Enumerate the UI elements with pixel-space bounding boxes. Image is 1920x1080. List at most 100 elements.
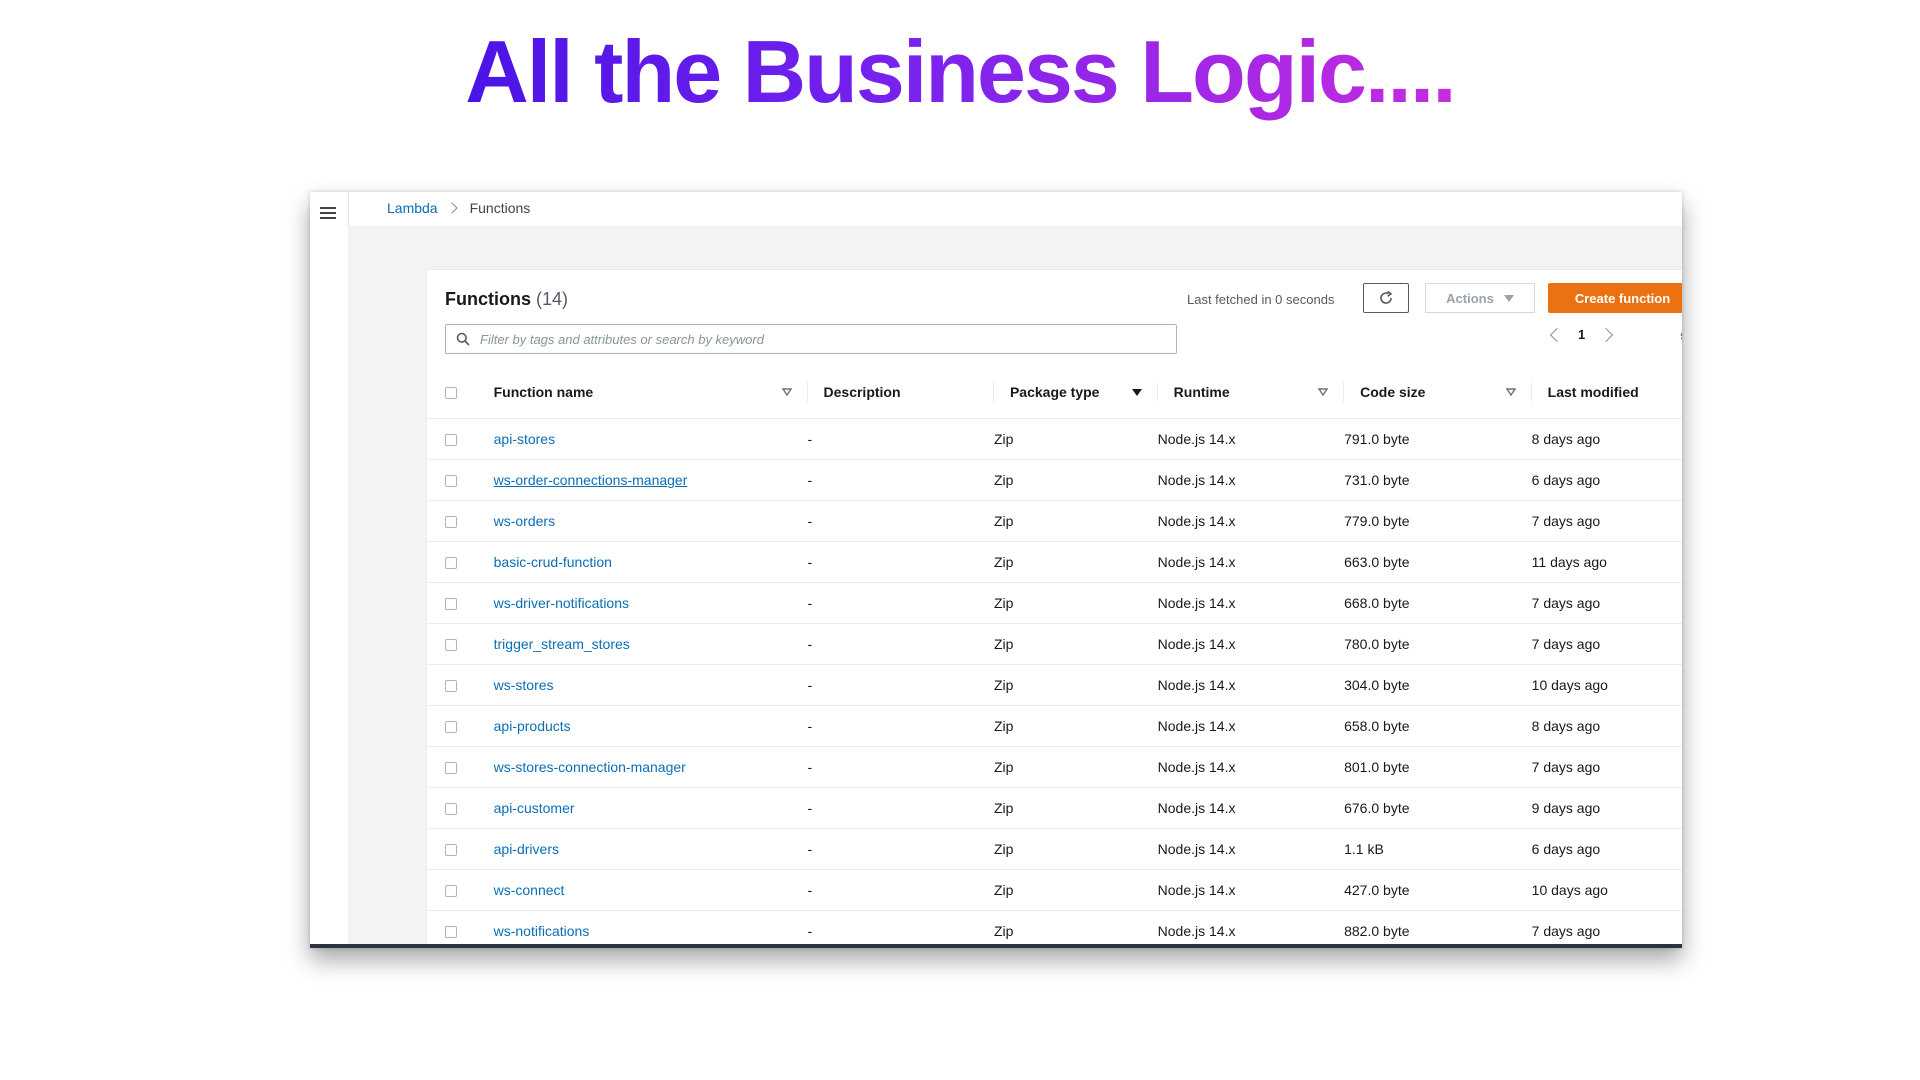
table-row: ws-stores - Zip Node.js 14.x 304.0 byte 10 da… — [427, 664, 1682, 706]
actions-dropdown-button[interactable]: Actions — [1425, 283, 1535, 313]
row-checkbox[interactable] — [445, 926, 457, 939]
package-type-cell: Zip — [993, 910, 1158, 944]
hamburger-menu-icon[interactable] — [320, 207, 336, 222]
description-cell: - — [807, 541, 994, 583]
gear-icon[interactable] — [1678, 327, 1682, 345]
row-select-cell — [427, 828, 487, 870]
function-name-link[interactable]: api-customer — [494, 800, 575, 816]
row-checkbox[interactable] — [445, 803, 457, 816]
last-modified-cell: 7 days ago — [1531, 910, 1682, 944]
runtime-cell: Node.js 14.x — [1157, 623, 1345, 665]
column-header-last-modified[interactable]: Last modified — [1531, 366, 1682, 419]
row-checkbox[interactable] — [445, 475, 457, 488]
row-select-cell — [427, 459, 487, 501]
column-header-runtime[interactable]: Runtime — [1157, 366, 1345, 419]
row-checkbox[interactable] — [445, 516, 457, 529]
last-modified-cell: 11 days ago — [1531, 541, 1682, 583]
page-number[interactable]: 1 — [1578, 327, 1585, 342]
create-function-button[interactable]: Create function — [1548, 283, 1682, 313]
package-type-cell: Zip — [993, 459, 1158, 501]
function-name-cell: ws-stores — [486, 664, 808, 706]
package-type-cell: Zip — [993, 787, 1158, 829]
package-type-cell: Zip — [993, 828, 1158, 870]
function-name-link[interactable]: ws-orders — [494, 513, 555, 529]
runtime-cell: Node.js 14.x — [1157, 582, 1345, 624]
runtime-cell: Node.js 14.x — [1157, 664, 1345, 706]
refresh-icon — [1380, 290, 1393, 304]
description-cell: - — [807, 869, 994, 911]
code-size-cell: 791.0 byte — [1344, 418, 1532, 460]
sort-caret-icon — [1505, 388, 1516, 396]
function-name-cell: api-customer — [486, 787, 808, 829]
column-header-function-name[interactable]: Function name — [486, 366, 808, 419]
description-cell: - — [807, 459, 994, 501]
row-checkbox[interactable] — [445, 885, 457, 898]
function-name-link[interactable]: ws-notifications — [494, 923, 590, 939]
breadcrumb-lambda-link[interactable]: Lambda — [387, 200, 438, 216]
row-select-cell — [427, 910, 487, 944]
row-checkbox[interactable] — [445, 844, 457, 857]
function-name-cell: trigger_stream_stores — [486, 623, 808, 665]
content-area: Functions (14) Last fetched in 0 seconds… — [348, 226, 1682, 944]
column-header-label: Description — [823, 384, 901, 400]
lambda-console-screenshot: Lambda Functions Functions (14) Last fet… — [310, 192, 1682, 948]
select-all-checkbox[interactable] — [445, 387, 457, 400]
column-header-package-type[interactable]: Package type — [993, 366, 1158, 419]
last-modified-cell: 10 days ago — [1531, 869, 1682, 911]
row-checkbox[interactable] — [445, 639, 457, 652]
functions-table: Function name Description Package type R… — [427, 366, 1682, 944]
function-name-link[interactable]: trigger_stream_stores — [494, 636, 630, 652]
function-name-cell: basic-crud-function — [486, 541, 808, 583]
last-modified-cell: 7 days ago — [1531, 582, 1682, 624]
row-select-cell — [427, 418, 487, 460]
row-checkbox[interactable] — [445, 557, 457, 570]
row-select-cell — [427, 623, 487, 665]
column-header-description[interactable]: Description — [807, 366, 995, 419]
package-type-cell: Zip — [993, 623, 1158, 665]
function-name-link[interactable]: api-stores — [494, 431, 555, 447]
search-input[interactable] — [478, 325, 1176, 353]
function-name-link[interactable]: ws-connect — [494, 882, 565, 898]
row-checkbox[interactable] — [445, 680, 457, 693]
row-select-cell — [427, 869, 487, 911]
runtime-cell: Node.js 14.x — [1157, 705, 1345, 747]
table-row: api-customer - Zip Node.js 14.x 676.0 byte 9 … — [427, 787, 1682, 829]
table-row: trigger_stream_stores - Zip Node.js 14.x 780… — [427, 623, 1682, 665]
chevron-right-icon[interactable] — [1599, 327, 1614, 342]
row-checkbox[interactable] — [445, 721, 457, 734]
description-cell: - — [807, 582, 994, 624]
chevron-left-icon[interactable] — [1549, 327, 1565, 342]
panel-title: Functions (14) — [445, 289, 568, 310]
row-checkbox[interactable] — [445, 598, 457, 611]
function-name-link[interactable]: ws-order-connections-manager — [494, 472, 688, 488]
row-select-cell — [427, 500, 487, 542]
package-type-cell: Zip — [993, 582, 1158, 624]
function-name-cell: api-stores — [486, 418, 808, 460]
function-name-link[interactable]: ws-stores-connection-manager — [494, 759, 686, 775]
runtime-cell: Node.js 14.x — [1157, 746, 1345, 788]
code-size-cell: 1.1 kB — [1344, 828, 1532, 870]
function-name-cell: ws-connect — [486, 869, 808, 911]
package-type-cell: Zip — [993, 541, 1158, 583]
table-row: ws-orders - Zip Node.js 14.x 779.0 byte 7 day… — [427, 500, 1682, 542]
column-header-code-size[interactable]: Code size — [1344, 366, 1532, 419]
function-name-link[interactable]: api-drivers — [494, 841, 559, 857]
function-name-link[interactable]: ws-stores — [494, 677, 554, 693]
runtime-cell: Node.js 14.x — [1157, 787, 1345, 829]
functions-table-body: api-stores - Zip Node.js 14.x 791.0 byte 8 da… — [427, 418, 1682, 944]
refresh-button[interactable] — [1363, 283, 1409, 313]
row-checkbox[interactable] — [445, 762, 457, 775]
function-name-link[interactable]: ws-driver-notifications — [494, 595, 629, 611]
search-icon — [456, 332, 470, 346]
function-name-link[interactable]: api-products — [494, 718, 571, 734]
row-checkbox[interactable] — [445, 434, 457, 447]
table-row: basic-crud-function - Zip Node.js 14.x 663.0… — [427, 541, 1682, 583]
package-type-cell: Zip — [993, 500, 1158, 542]
function-name-link[interactable]: basic-crud-function — [494, 554, 612, 570]
function-name-cell: api-products — [486, 705, 808, 747]
function-count: (14) — [536, 289, 569, 309]
last-modified-cell: 7 days ago — [1531, 500, 1682, 542]
description-cell: - — [807, 787, 994, 829]
code-size-cell: 663.0 byte — [1344, 541, 1532, 583]
table-row: ws-notifications - Zip Node.js 14.x 882.0 by… — [427, 910, 1682, 944]
